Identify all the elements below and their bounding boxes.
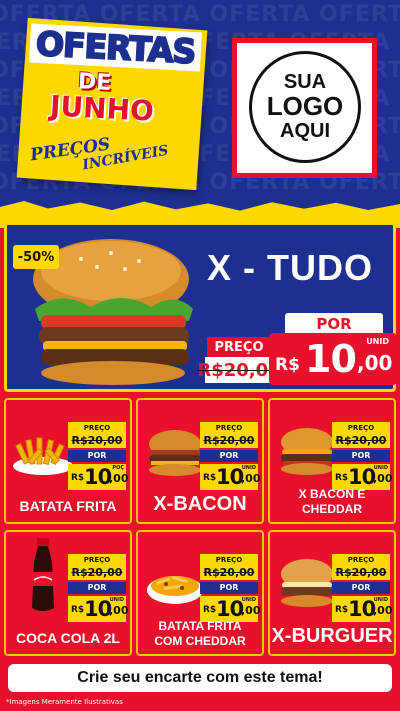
new-price: UNID R$ 10 ,00	[200, 596, 261, 622]
por-label: POR	[332, 582, 390, 594]
currency: R$	[203, 473, 217, 483]
por-label: POR	[332, 450, 390, 462]
product-name-line: BATATA FRITA	[158, 619, 242, 634]
new-price: POÇ R$ 10 ,00	[68, 464, 129, 490]
unit-label: UNID	[373, 597, 388, 603]
price-whole: 10	[216, 465, 244, 489]
product-card-x-burguer[interactable]: PREÇO R$20,00 POR UNID R$ 10 ,00 X-BURGU…	[268, 530, 396, 656]
hero-product-name: X - TUDO	[207, 247, 373, 288]
logo-circle: SUA LOGO AQUI	[249, 51, 361, 163]
title-junho: JUNHO	[49, 89, 155, 128]
price-whole: 10	[84, 597, 112, 621]
product-name-line: COM CHEDDAR	[154, 633, 246, 648]
new-price: UNID R$ 10 ,00	[200, 464, 261, 490]
preco-label: PREÇO	[332, 554, 390, 566]
product-name-line: X BACON E	[298, 487, 366, 502]
new-price: UNID R$ 10 ,00	[68, 596, 129, 622]
por-label: POR	[200, 450, 258, 462]
price-cents: ,00	[373, 472, 393, 485]
new-price: UNID R$ 10 ,00	[332, 596, 393, 622]
product-card-x-bacon[interactable]: PREÇO R$20,00 POR UNID R$ 10 ,00 X-BACON	[136, 398, 264, 524]
unit-label: POÇ	[112, 465, 124, 471]
logo-placeholder[interactable]: SUA LOGO AQUI	[232, 38, 377, 178]
hero-unit-label: UNID	[366, 337, 389, 346]
preco-label: PREÇO	[68, 422, 126, 434]
cta-banner[interactable]: Crie seu encarte com este tema!	[8, 664, 392, 692]
por-label: POR	[68, 582, 126, 594]
old-price: R$20,00	[200, 434, 258, 448]
hero-new-price: UNID R$ 10 ,00	[269, 333, 397, 385]
preco-label: PREÇO	[200, 422, 258, 434]
fries-image	[13, 437, 73, 475]
price-tag: PREÇO R$20,00 POR UNID R$ 10 ,00	[332, 554, 393, 622]
product-card-x-bacon-cheddar[interactable]: PREÇO R$20,00 POR UNID R$ 10 ,00 X BACON…	[268, 398, 396, 524]
disclaimer: *Imagens Meramente Ilustrativas	[6, 698, 123, 706]
hero-currency: R$	[275, 355, 300, 375]
header: OFERTA OFERTA OFERTA OFERTA OFERTA OFERT…	[0, 0, 400, 215]
product-name: COCA COLA 2L	[16, 630, 120, 646]
burger-image	[149, 430, 201, 476]
price-cents: ,00	[373, 604, 393, 617]
price-tag: PREÇO R$20,00 POR UNID R$ 10 ,00	[200, 554, 261, 622]
hero-old-price: R$20,00	[197, 357, 281, 383]
logo-text-line: LOGO	[266, 91, 344, 122]
discount-badge: -50%	[13, 245, 59, 269]
old-price: R$20,00	[332, 566, 390, 580]
price-whole: 10	[348, 597, 376, 621]
unit-label: UNID	[109, 597, 124, 603]
price-tag: PREÇO R$20,00 POR POÇ R$ 10 ,00	[68, 422, 129, 490]
price-tag: PREÇO R$20,00 POR UNID R$ 10 ,00	[200, 422, 261, 490]
burger-image	[281, 559, 333, 607]
unit-label: UNID	[373, 465, 388, 471]
price-tag: PREÇO R$20,00 POR UNID R$ 10 ,00	[332, 422, 393, 490]
price-tag: PREÇO R$20,00 POR UNID R$ 10 ,00	[68, 554, 129, 622]
old-price: R$20,00	[200, 566, 258, 580]
hero-price-whole: 10	[305, 337, 357, 381]
product-name: X-BURGUER	[271, 625, 393, 647]
price-whole: 10	[84, 465, 112, 489]
old-price: R$20,00	[332, 434, 390, 448]
old-price: R$20,00	[68, 566, 126, 580]
hero-price-cents: ,00	[357, 351, 393, 375]
price-cents: ,00	[241, 472, 261, 485]
product-card-coca-cola[interactable]: PREÇO R$20,00 POR UNID R$ 10 ,00 COCA CO…	[4, 530, 132, 656]
currency: R$	[71, 473, 85, 483]
preco-label: PREÇO	[68, 554, 126, 566]
unit-label: UNID	[241, 465, 256, 471]
product-card-batata-cheddar[interactable]: PREÇO R$20,00 POR UNID R$ 10 ,00 BATATA …	[136, 530, 264, 656]
new-price: UNID R$ 10 ,00	[332, 464, 393, 490]
currency: R$	[203, 605, 217, 615]
hero-por-label: POR	[285, 313, 383, 335]
por-label: POR	[200, 582, 258, 594]
por-label: POR	[68, 450, 126, 462]
currency: R$	[335, 605, 349, 615]
logo-text-line: AQUI	[280, 119, 330, 142]
product-name: X BACON E CHEDDAR	[270, 487, 394, 516]
price-cents: ,00	[241, 604, 261, 617]
currency: R$	[71, 605, 85, 615]
price-cents: ,00	[109, 604, 129, 617]
product-name: BATATA FRITA COM CHEDDAR	[138, 619, 262, 648]
preco-label: PREÇO	[332, 422, 390, 434]
soda-bottle-image	[32, 538, 54, 611]
logo-text-line: SUA	[283, 71, 327, 94]
preco-label: PREÇO	[200, 554, 258, 566]
hero-preco-label: PREÇO	[207, 337, 271, 357]
flyer: OFERTA OFERTA OFERTA OFERTA OFERTA OFERT…	[0, 0, 400, 711]
product-name-line: CHEDDAR	[302, 501, 362, 516]
product-card-batata-frita[interactable]: PREÇO R$20,00 POR POÇ R$ 10 ,00 BATATA F…	[4, 398, 132, 524]
old-price: R$20,00	[68, 434, 126, 448]
price-cents: ,00	[109, 472, 129, 485]
price-whole: 10	[348, 465, 376, 489]
fries-cheddar-image	[147, 575, 203, 604]
hero-offer[interactable]: -50% X - TUDO POR PREÇO R$20,00 UNID R$ …	[4, 222, 397, 392]
price-whole: 10	[216, 597, 244, 621]
unit-label: UNID	[241, 597, 256, 603]
burger-image	[281, 428, 333, 475]
currency: R$	[335, 473, 349, 483]
product-name: X-BACON	[153, 493, 247, 515]
product-name: BATATA FRITA	[19, 498, 117, 514]
